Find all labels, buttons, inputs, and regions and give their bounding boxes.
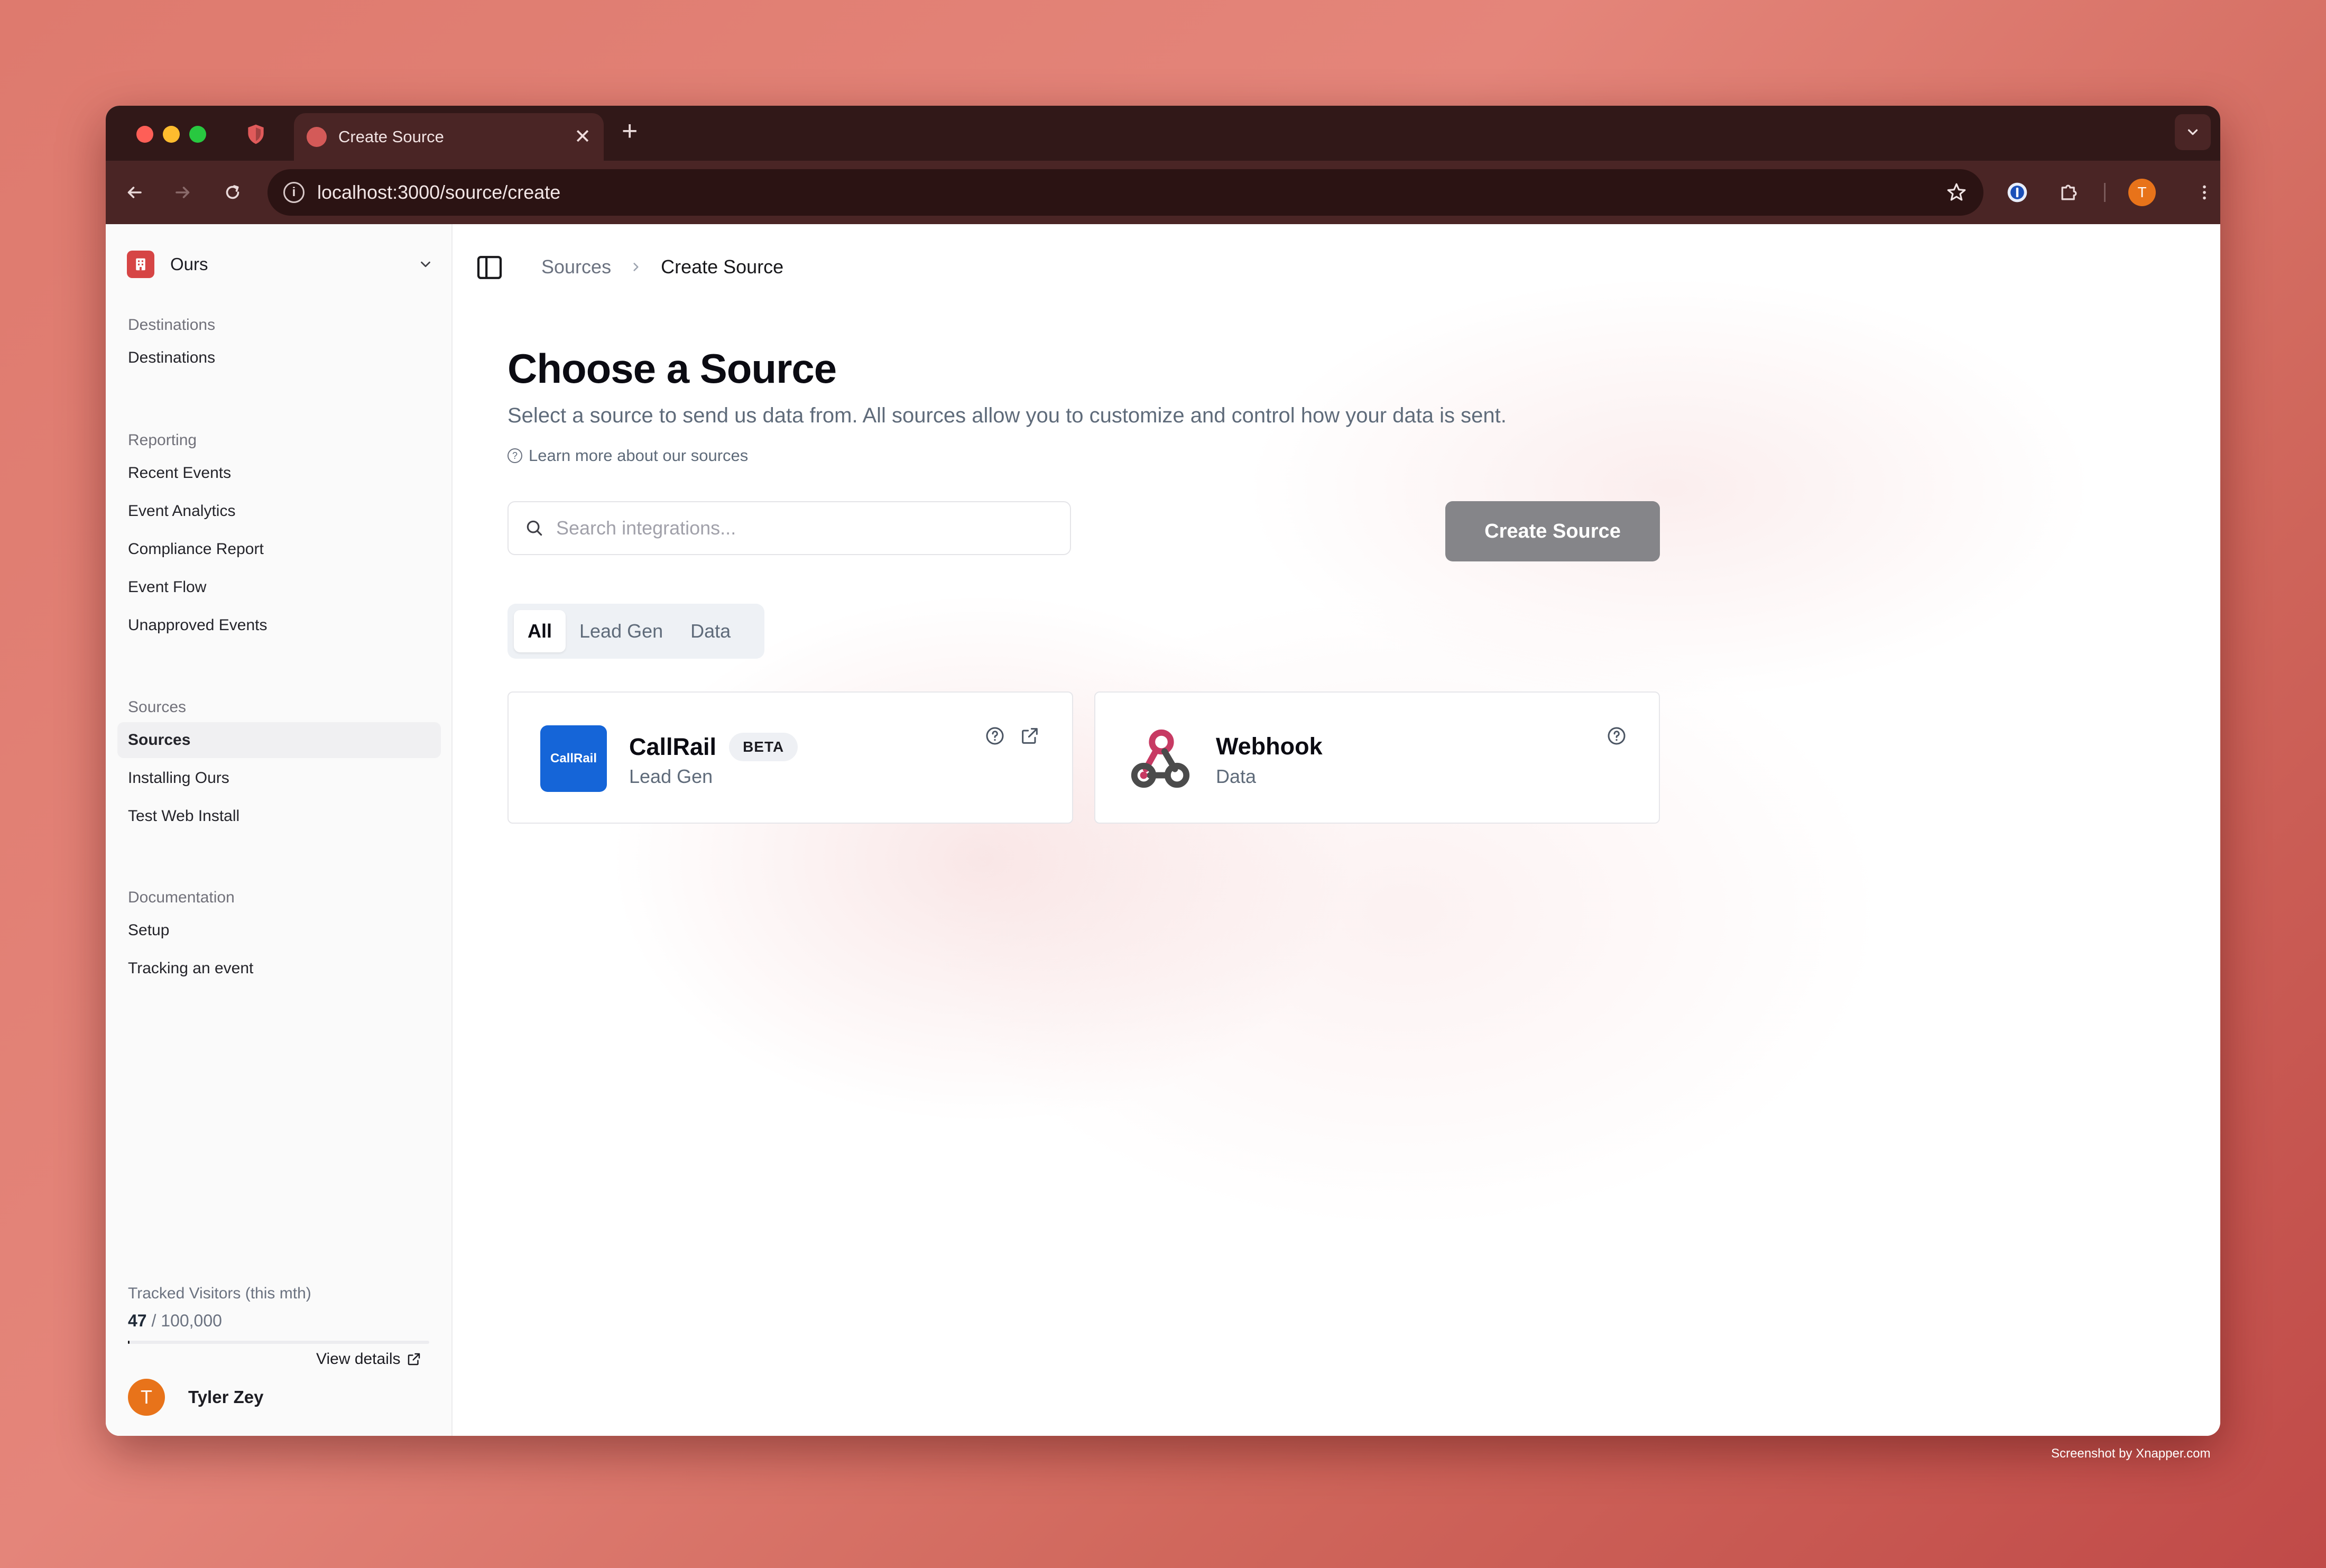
usage-progress-fill <box>128 1341 130 1344</box>
breadcrumb: Sources Create Source <box>541 256 783 278</box>
search-box[interactable] <box>507 501 1071 555</box>
search-icon <box>527 520 542 536</box>
page-content: Ours Destinations Destinations Reporting… <box>106 224 2220 1436</box>
help-circle-icon[interactable] <box>1606 725 1627 746</box>
source-category: Lead Gen <box>629 765 713 787</box>
usage-value: 47 / 100,000 <box>128 1311 222 1331</box>
sidebar-item-recent-events[interactable]: Recent Events <box>117 455 441 491</box>
section-title-destinations: Destinations <box>128 316 216 334</box>
puzzle-icon <box>2061 185 2077 200</box>
beta-badge: BETA <box>729 733 798 761</box>
arrow-left-icon <box>127 187 142 198</box>
reload-button[interactable] <box>218 178 247 207</box>
password-manager-icon <box>2007 182 2027 202</box>
usage-progress-bar <box>128 1341 429 1344</box>
building-icon <box>127 251 154 278</box>
source-category: Data <box>1216 765 1257 787</box>
url-text[interactable]: localhost:3000/source/create <box>317 181 1945 204</box>
extensions-button[interactable] <box>2054 178 2084 207</box>
sidebar-item-compliance-report[interactable]: Compliance Report <box>117 531 441 567</box>
toolbar-divider <box>2104 183 2106 202</box>
more-vertical-icon <box>2203 185 2206 200</box>
maximize-window-button[interactable] <box>189 126 206 143</box>
learn-more-link[interactable]: ? Learn more about our sources <box>507 446 748 465</box>
help-circle-icon: ? <box>507 448 522 463</box>
browser-menu-button[interactable] <box>2190 178 2219 207</box>
breadcrumb-current: Create Source <box>661 256 784 278</box>
tab-strip: Create Source ✕ + <box>106 106 2220 161</box>
sidebar-item-sources[interactable]: Sources <box>117 722 441 758</box>
source-name-text: CallRail <box>629 733 717 760</box>
sidebar-item-event-analytics[interactable]: Event Analytics <box>117 493 441 529</box>
sidebar-item-tracking-an-event[interactable]: Tracking an event <box>117 951 441 986</box>
search-input[interactable] <box>556 517 1054 539</box>
reload-icon <box>226 185 239 199</box>
usage-label: Tracked Visitors (this mth) <box>128 1285 311 1302</box>
source-card-webhook[interactable]: Webhook Data <box>1094 691 1660 824</box>
source-card-callrail[interactable]: CallRail CallRail BETA Lead Gen <box>507 691 1073 824</box>
sidebar-item-unapproved-events[interactable]: Unapproved Events <box>117 607 441 643</box>
source-name: Webhook <box>1216 733 1323 760</box>
page-title: Choose a Source <box>507 345 837 392</box>
create-source-button[interactable]: Create Source <box>1445 501 1660 561</box>
tab-title: Create Source <box>338 127 444 146</box>
user-menu[interactable]: T Tyler Zey <box>128 1379 263 1416</box>
screenshot-credit: Screenshot by Xnapper.com <box>2051 1446 2211 1461</box>
workspace-switcher[interactable]: Ours <box>127 251 433 278</box>
filter-tab-all[interactable]: All <box>514 610 566 652</box>
chevron-right-icon <box>633 263 639 271</box>
password-manager-button[interactable] <box>2002 178 2032 207</box>
new-tab-button[interactable]: + <box>622 117 638 145</box>
shield-icon[interactable] <box>244 123 267 146</box>
breadcrumb-sources-link[interactable]: Sources <box>541 256 611 278</box>
sidebar-item-event-flow[interactable]: Event Flow <box>117 569 441 605</box>
site-info-icon[interactable]: i <box>283 182 304 203</box>
filter-tab-lead-gen[interactable]: Lead Gen <box>566 610 677 652</box>
tab-search-button[interactable] <box>2175 114 2211 150</box>
sidebar-item-destinations[interactable]: Destinations <box>117 340 441 376</box>
browser-toolbar: i localhost:3000/source/create T <box>106 161 2220 224</box>
tab-favicon-icon <box>307 127 327 147</box>
source-name: CallRail BETA <box>629 733 798 761</box>
sidebar-item-installing-ours[interactable]: Installing Ours <box>117 760 441 796</box>
learn-more-label: Learn more about our sources <box>529 446 749 465</box>
bookmark-star-icon[interactable] <box>1945 181 1968 204</box>
section-title-documentation: Documentation <box>128 889 235 906</box>
view-details-label: View details <box>316 1350 401 1368</box>
view-details-link[interactable]: View details <box>316 1350 422 1368</box>
workspace-name: Ours <box>170 254 208 274</box>
filter-tabs: All Lead Gen Data <box>507 604 764 659</box>
sidebar-toggle-icon[interactable] <box>475 253 504 282</box>
browser-tab[interactable]: Create Source ✕ <box>294 113 604 161</box>
address-bar[interactable]: i localhost:3000/source/create <box>267 169 1983 216</box>
usage-limit: / 100,000 <box>151 1311 222 1330</box>
sidebar-item-test-web-install[interactable]: Test Web Install <box>117 798 441 834</box>
usage-used: 47 <box>128 1311 147 1330</box>
forward-button[interactable] <box>168 178 198 207</box>
sidebar-item-setup[interactable]: Setup <box>117 912 441 948</box>
arrow-right-icon <box>176 187 190 198</box>
external-link-icon[interactable] <box>1019 725 1040 746</box>
help-circle-icon[interactable] <box>984 725 1005 746</box>
chevron-down-icon <box>2187 129 2198 135</box>
close-window-button[interactable] <box>136 126 153 143</box>
filter-tab-data[interactable]: Data <box>677 610 744 652</box>
user-name: Tyler Zey <box>188 1387 264 1407</box>
section-title-sources: Sources <box>128 698 187 716</box>
sidebar: Ours Destinations Destinations Reporting… <box>106 224 453 1436</box>
tab-close-icon[interactable]: ✕ <box>574 127 591 147</box>
chevron-down-icon <box>421 261 430 268</box>
browser-window: Create Source ✕ + i localhost:3000/sourc… <box>106 106 2220 1436</box>
webhook-logo-icon <box>1131 729 1190 788</box>
external-link-icon <box>408 1353 420 1366</box>
page-subtitle: Select a source to send us data from. Al… <box>507 404 1507 427</box>
callrail-logo-icon: CallRail <box>540 725 607 792</box>
section-title-reporting: Reporting <box>128 431 197 449</box>
minimize-window-button[interactable] <box>163 126 180 143</box>
profile-avatar[interactable]: T <box>2128 179 2156 206</box>
back-button[interactable] <box>119 178 149 207</box>
avatar: T <box>128 1379 165 1416</box>
